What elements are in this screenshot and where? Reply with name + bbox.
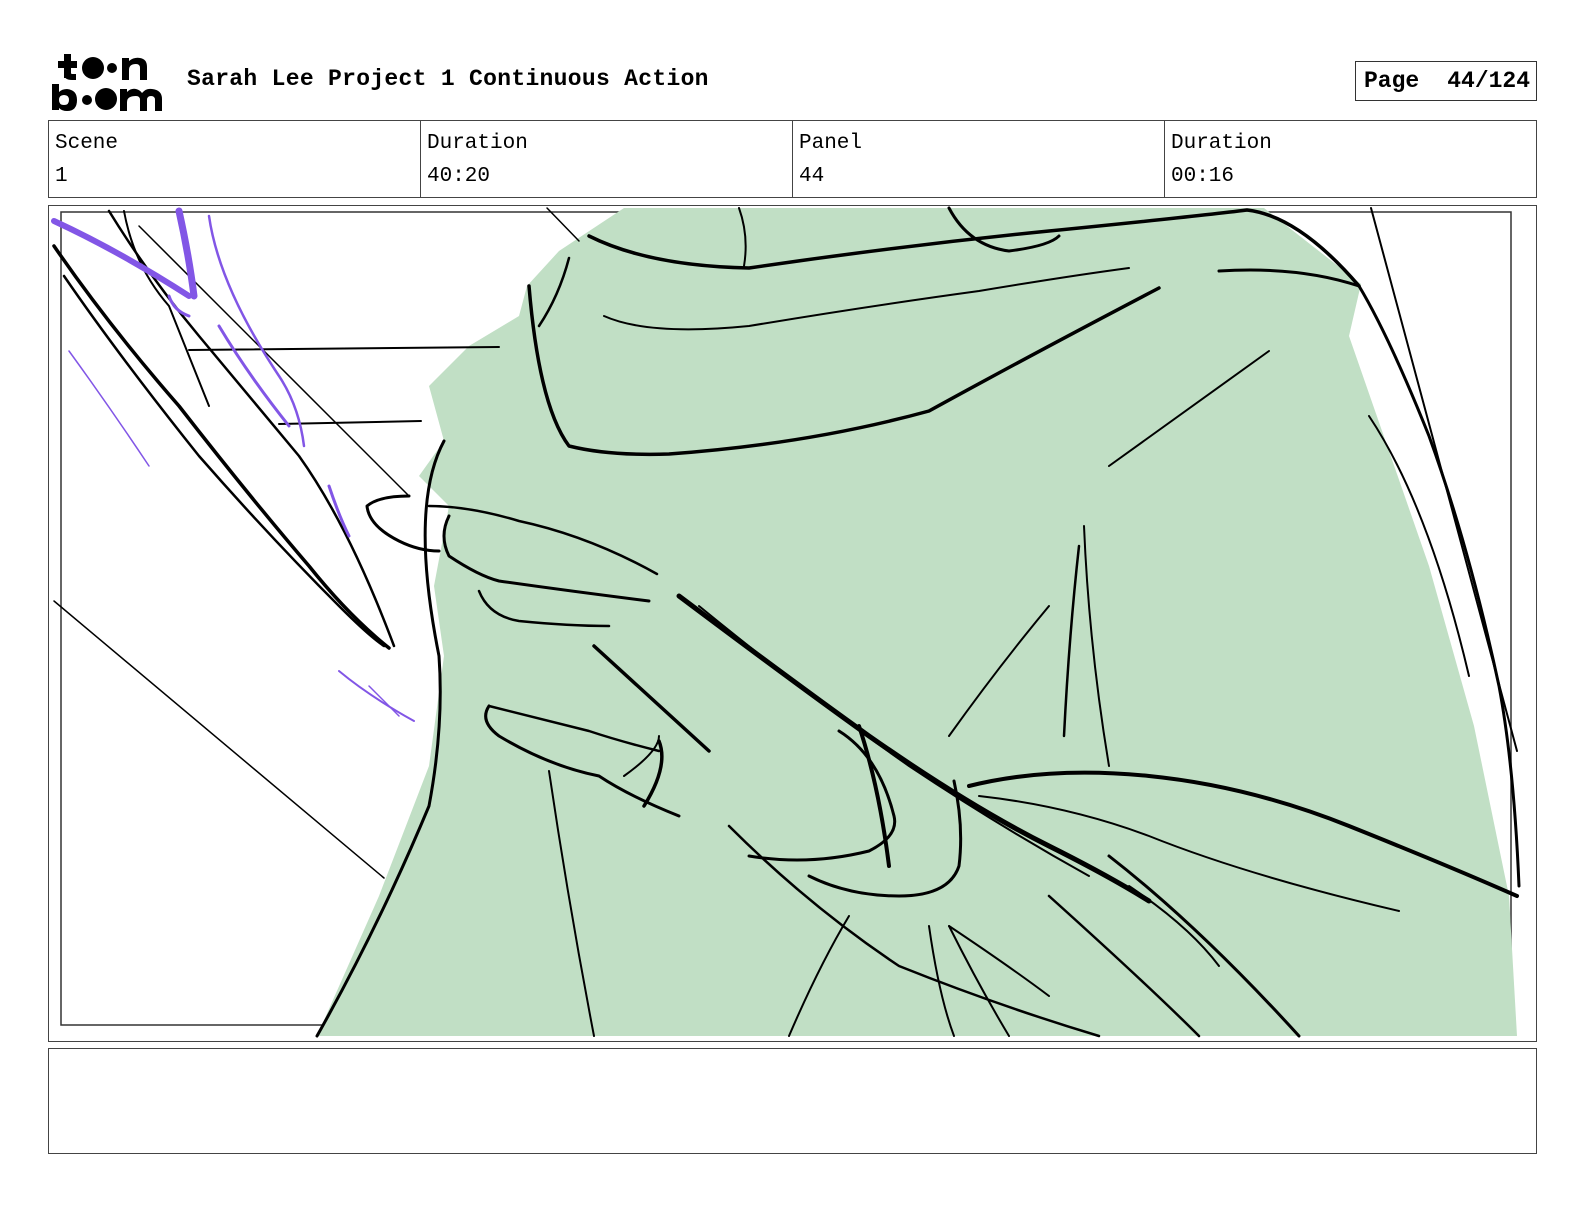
garment-fill bbox=[317, 208, 1517, 1036]
scene-value: 1 bbox=[55, 165, 68, 188]
panel-cell: Panel 44 bbox=[792, 121, 1164, 197]
scene-duration-label: Duration bbox=[427, 132, 528, 155]
scene-duration-value: 40:20 bbox=[427, 165, 491, 188]
purple-stroke-2 bbox=[175, 207, 198, 300]
panel-label: Panel bbox=[799, 132, 863, 155]
panel-duration-cell: Duration 00:16 bbox=[1164, 121, 1536, 197]
panel-value: 44 bbox=[799, 165, 825, 188]
page-indicator: Page 44/124 bbox=[1355, 61, 1537, 101]
storyboard-sketch bbox=[51, 206, 1521, 1038]
page-number: 44/124 bbox=[1447, 68, 1531, 94]
bg-line-3 bbox=[53, 600, 385, 879]
document-title: Sarah Lee Project 1 Continuous Action bbox=[187, 66, 709, 92]
scene-cell: Scene 1 bbox=[49, 121, 420, 197]
bg-line-1 bbox=[188, 346, 500, 351]
bg-line-5 bbox=[138, 225, 410, 497]
panel-info-table: Scene 1 Duration 40:20 Panel 44 Duration… bbox=[48, 120, 1537, 198]
panel-duration-value: 00:16 bbox=[1171, 165, 1235, 188]
scene-label: Scene bbox=[55, 132, 119, 155]
bg-line-6 bbox=[546, 207, 580, 242]
page-label: Page bbox=[1364, 68, 1420, 94]
scene-duration-cell: Duration 40:20 bbox=[420, 121, 792, 197]
storyboard-panel-frame bbox=[48, 205, 1537, 1042]
panel-notes-box bbox=[48, 1048, 1537, 1154]
panel-duration-label: Duration bbox=[1171, 132, 1272, 155]
toon-boom-logo bbox=[52, 54, 162, 111]
